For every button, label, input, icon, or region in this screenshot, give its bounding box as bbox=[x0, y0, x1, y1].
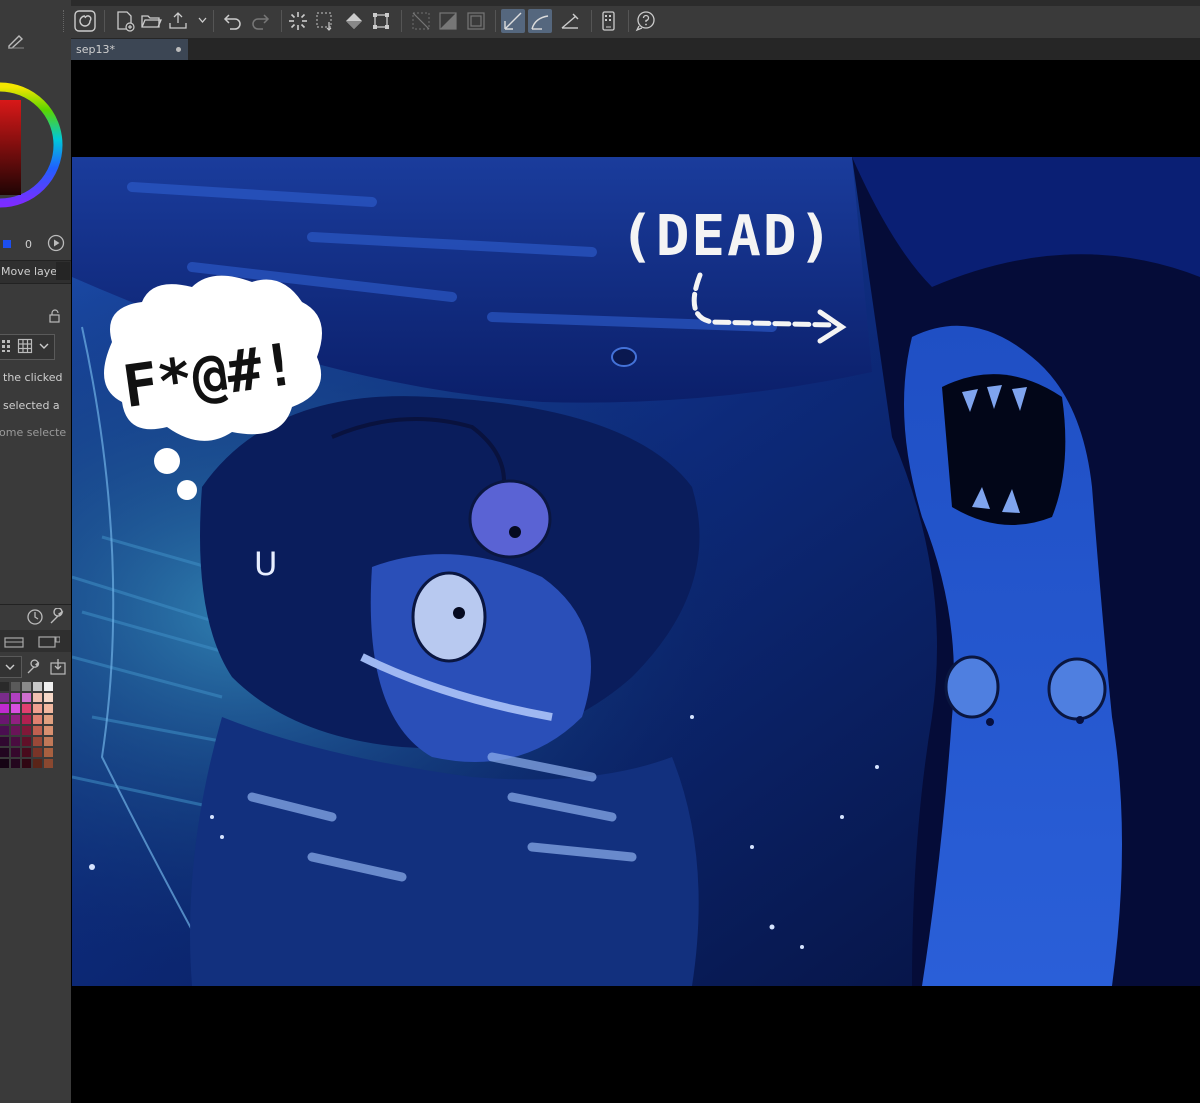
fill-icon[interactable] bbox=[342, 9, 366, 33]
toolbar-separator bbox=[213, 10, 214, 32]
palette-alt-icon[interactable] bbox=[38, 634, 61, 648]
transform-icon[interactable] bbox=[369, 9, 393, 33]
grip-handle bbox=[63, 10, 67, 32]
app-menu-icon[interactable] bbox=[73, 9, 97, 33]
color-wheel[interactable] bbox=[0, 60, 65, 230]
tab-sep13[interactable]: sep13* bbox=[71, 39, 188, 60]
toolbar-separator bbox=[104, 10, 105, 32]
wrench-icon[interactable] bbox=[48, 607, 66, 626]
current-color-swatch[interactable] bbox=[3, 240, 11, 248]
chevron-down-icon[interactable] bbox=[198, 17, 207, 24]
toolbar-separator bbox=[591, 10, 592, 32]
palette-dropdown[interactable] bbox=[0, 656, 22, 678]
snap-special-icon[interactable] bbox=[528, 9, 552, 33]
deselect-icon[interactable] bbox=[286, 9, 310, 33]
color-value-readout: 0 bbox=[25, 238, 32, 251]
close-tab-icon[interactable] bbox=[176, 47, 181, 52]
help-icon[interactable] bbox=[633, 9, 657, 33]
open-folder-icon[interactable] bbox=[139, 9, 163, 33]
new-canvas-icon[interactable] bbox=[113, 9, 137, 33]
option-line-3: ome selecte bbox=[0, 426, 67, 439]
show-selection-icon[interactable] bbox=[313, 9, 337, 33]
toolbar-separator bbox=[628, 10, 629, 32]
snap-ruler-icon[interactable] bbox=[501, 9, 525, 33]
redo-icon[interactable] bbox=[248, 9, 272, 33]
color-set-swatches[interactable] bbox=[0, 682, 58, 770]
panel-divider bbox=[0, 604, 71, 605]
option-line-2: selected a bbox=[3, 399, 60, 412]
clock-icon[interactable] bbox=[26, 608, 44, 626]
menu-bar-strip bbox=[71, 0, 1200, 6]
undo-icon[interactable] bbox=[221, 9, 245, 33]
document-tab-strip: sep13* bbox=[71, 39, 1200, 60]
export-icon[interactable] bbox=[167, 9, 191, 33]
toolbar-separator bbox=[281, 10, 282, 32]
lock-icon[interactable] bbox=[48, 308, 62, 323]
ruler-snap-icon[interactable] bbox=[409, 9, 433, 33]
palette-set-icon[interactable] bbox=[4, 634, 26, 648]
snap-grid-icon[interactable] bbox=[558, 9, 582, 33]
command-bar bbox=[63, 0, 1200, 39]
toolbar-separator bbox=[401, 10, 402, 32]
palette-settings-icon[interactable] bbox=[26, 659, 42, 675]
palette-import-icon[interactable] bbox=[49, 658, 67, 676]
smartphone-icon[interactable] bbox=[596, 9, 620, 33]
perspective-icon[interactable] bbox=[464, 9, 488, 33]
dead-label: (DEAD) bbox=[620, 204, 834, 269]
sweat-mark: U bbox=[254, 545, 277, 583]
selection-mode-dropdown[interactable] bbox=[0, 334, 55, 360]
artwork-canvas[interactable]: (DEAD) F*@#! U bbox=[72, 157, 1200, 986]
toolbar-separator bbox=[495, 10, 496, 32]
tab-title: sep13* bbox=[76, 43, 115, 56]
color-play-icon[interactable] bbox=[47, 234, 65, 252]
pen-icon[interactable] bbox=[6, 33, 26, 49]
left-dock-panel: 0 Move layer the clicked selected a ome … bbox=[0, 0, 72, 1103]
chevron-down-icon bbox=[5, 664, 15, 670]
tool-property-grip bbox=[56, 262, 70, 280]
chevron-down-icon bbox=[39, 343, 49, 349]
option-line-1: the clicked bbox=[3, 371, 63, 384]
tool-property-label: Move layer bbox=[1, 265, 62, 278]
ruler-icon[interactable] bbox=[436, 9, 460, 33]
